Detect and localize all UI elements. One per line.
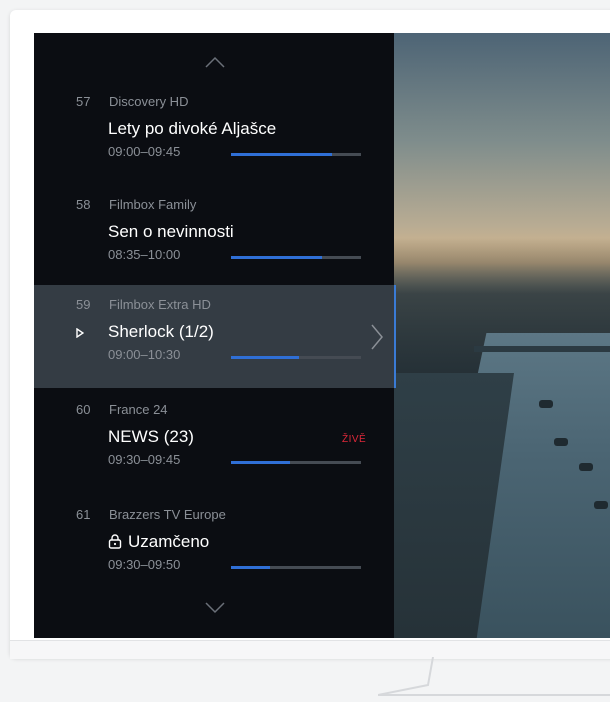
channel-entry-61[interactable]: 61 Brazzers TV Europe Uzamčeno 09:30–09:5… bbox=[34, 495, 394, 598]
preview-boat bbox=[554, 438, 568, 446]
chevron-down-icon[interactable] bbox=[204, 601, 226, 615]
channel-number: 58 bbox=[76, 197, 91, 212]
progress-bar bbox=[231, 256, 361, 259]
channel-number: 61 bbox=[76, 507, 91, 522]
channel-name: Discovery HD bbox=[109, 94, 189, 109]
program-title: NEWS (23) bbox=[108, 427, 194, 446]
preview-boat bbox=[579, 463, 593, 471]
preview-bridge bbox=[474, 346, 610, 352]
program-time: 09:00–09:45 bbox=[108, 144, 181, 159]
chevron-up-icon[interactable] bbox=[204, 55, 226, 69]
chevron-right-icon[interactable] bbox=[370, 323, 384, 351]
preview-boat bbox=[539, 400, 553, 408]
tv-stand bbox=[378, 657, 610, 696]
channel-preview bbox=[394, 33, 610, 638]
lock-icon bbox=[108, 534, 122, 549]
program-time: 08:35–10:00 bbox=[108, 247, 181, 262]
program-title: Lety po divoké Aljašce bbox=[108, 119, 277, 138]
channel-name: Filmbox Extra HD bbox=[109, 297, 211, 312]
channel-entry-57[interactable]: 57 Discovery HD Lety po divoké Aljašce 09… bbox=[34, 82, 394, 185]
program-time: 09:30–09:45 bbox=[108, 452, 181, 467]
channel-name: Brazzers TV Europe bbox=[109, 507, 226, 522]
progress-bar bbox=[231, 153, 361, 156]
progress-bar bbox=[231, 566, 361, 569]
program-title: Uzamčeno bbox=[128, 532, 210, 551]
channel-number: 60 bbox=[76, 402, 91, 417]
channel-guide: 57 Discovery HD Lety po divoké Aljašce 09… bbox=[34, 33, 396, 638]
preview-boat bbox=[594, 501, 608, 509]
channel-entry-60[interactable]: 60 France 24 NEWS (23) ŽIVĚ 09:30–09:45 bbox=[34, 390, 394, 493]
program-title: Sen o nevinnosti bbox=[108, 222, 234, 241]
program-time: 09:00–10:30 bbox=[108, 347, 181, 362]
channel-entry-58[interactable]: 58 Filmbox Family Sen o nevinnosti 08:35–… bbox=[34, 185, 394, 288]
program-title: Sherlock (1/2) bbox=[108, 322, 214, 341]
channel-name: France 24 bbox=[109, 402, 168, 417]
channel-number: 59 bbox=[76, 297, 91, 312]
program-time: 09:30–09:50 bbox=[108, 557, 181, 572]
progress-bar bbox=[231, 356, 361, 359]
channel-name: Filmbox Family bbox=[109, 197, 197, 212]
live-badge: ŽIVĚ bbox=[342, 434, 367, 445]
channel-entry-59-selected[interactable]: 59 Filmbox Extra HD Sherlock (1/2) 09:00–… bbox=[34, 285, 396, 388]
play-icon bbox=[76, 328, 84, 338]
tv-screen: 57 Discovery HD Lety po divoké Aljašce 09… bbox=[34, 33, 610, 638]
progress-bar bbox=[231, 461, 361, 464]
channel-number: 57 bbox=[76, 94, 91, 109]
